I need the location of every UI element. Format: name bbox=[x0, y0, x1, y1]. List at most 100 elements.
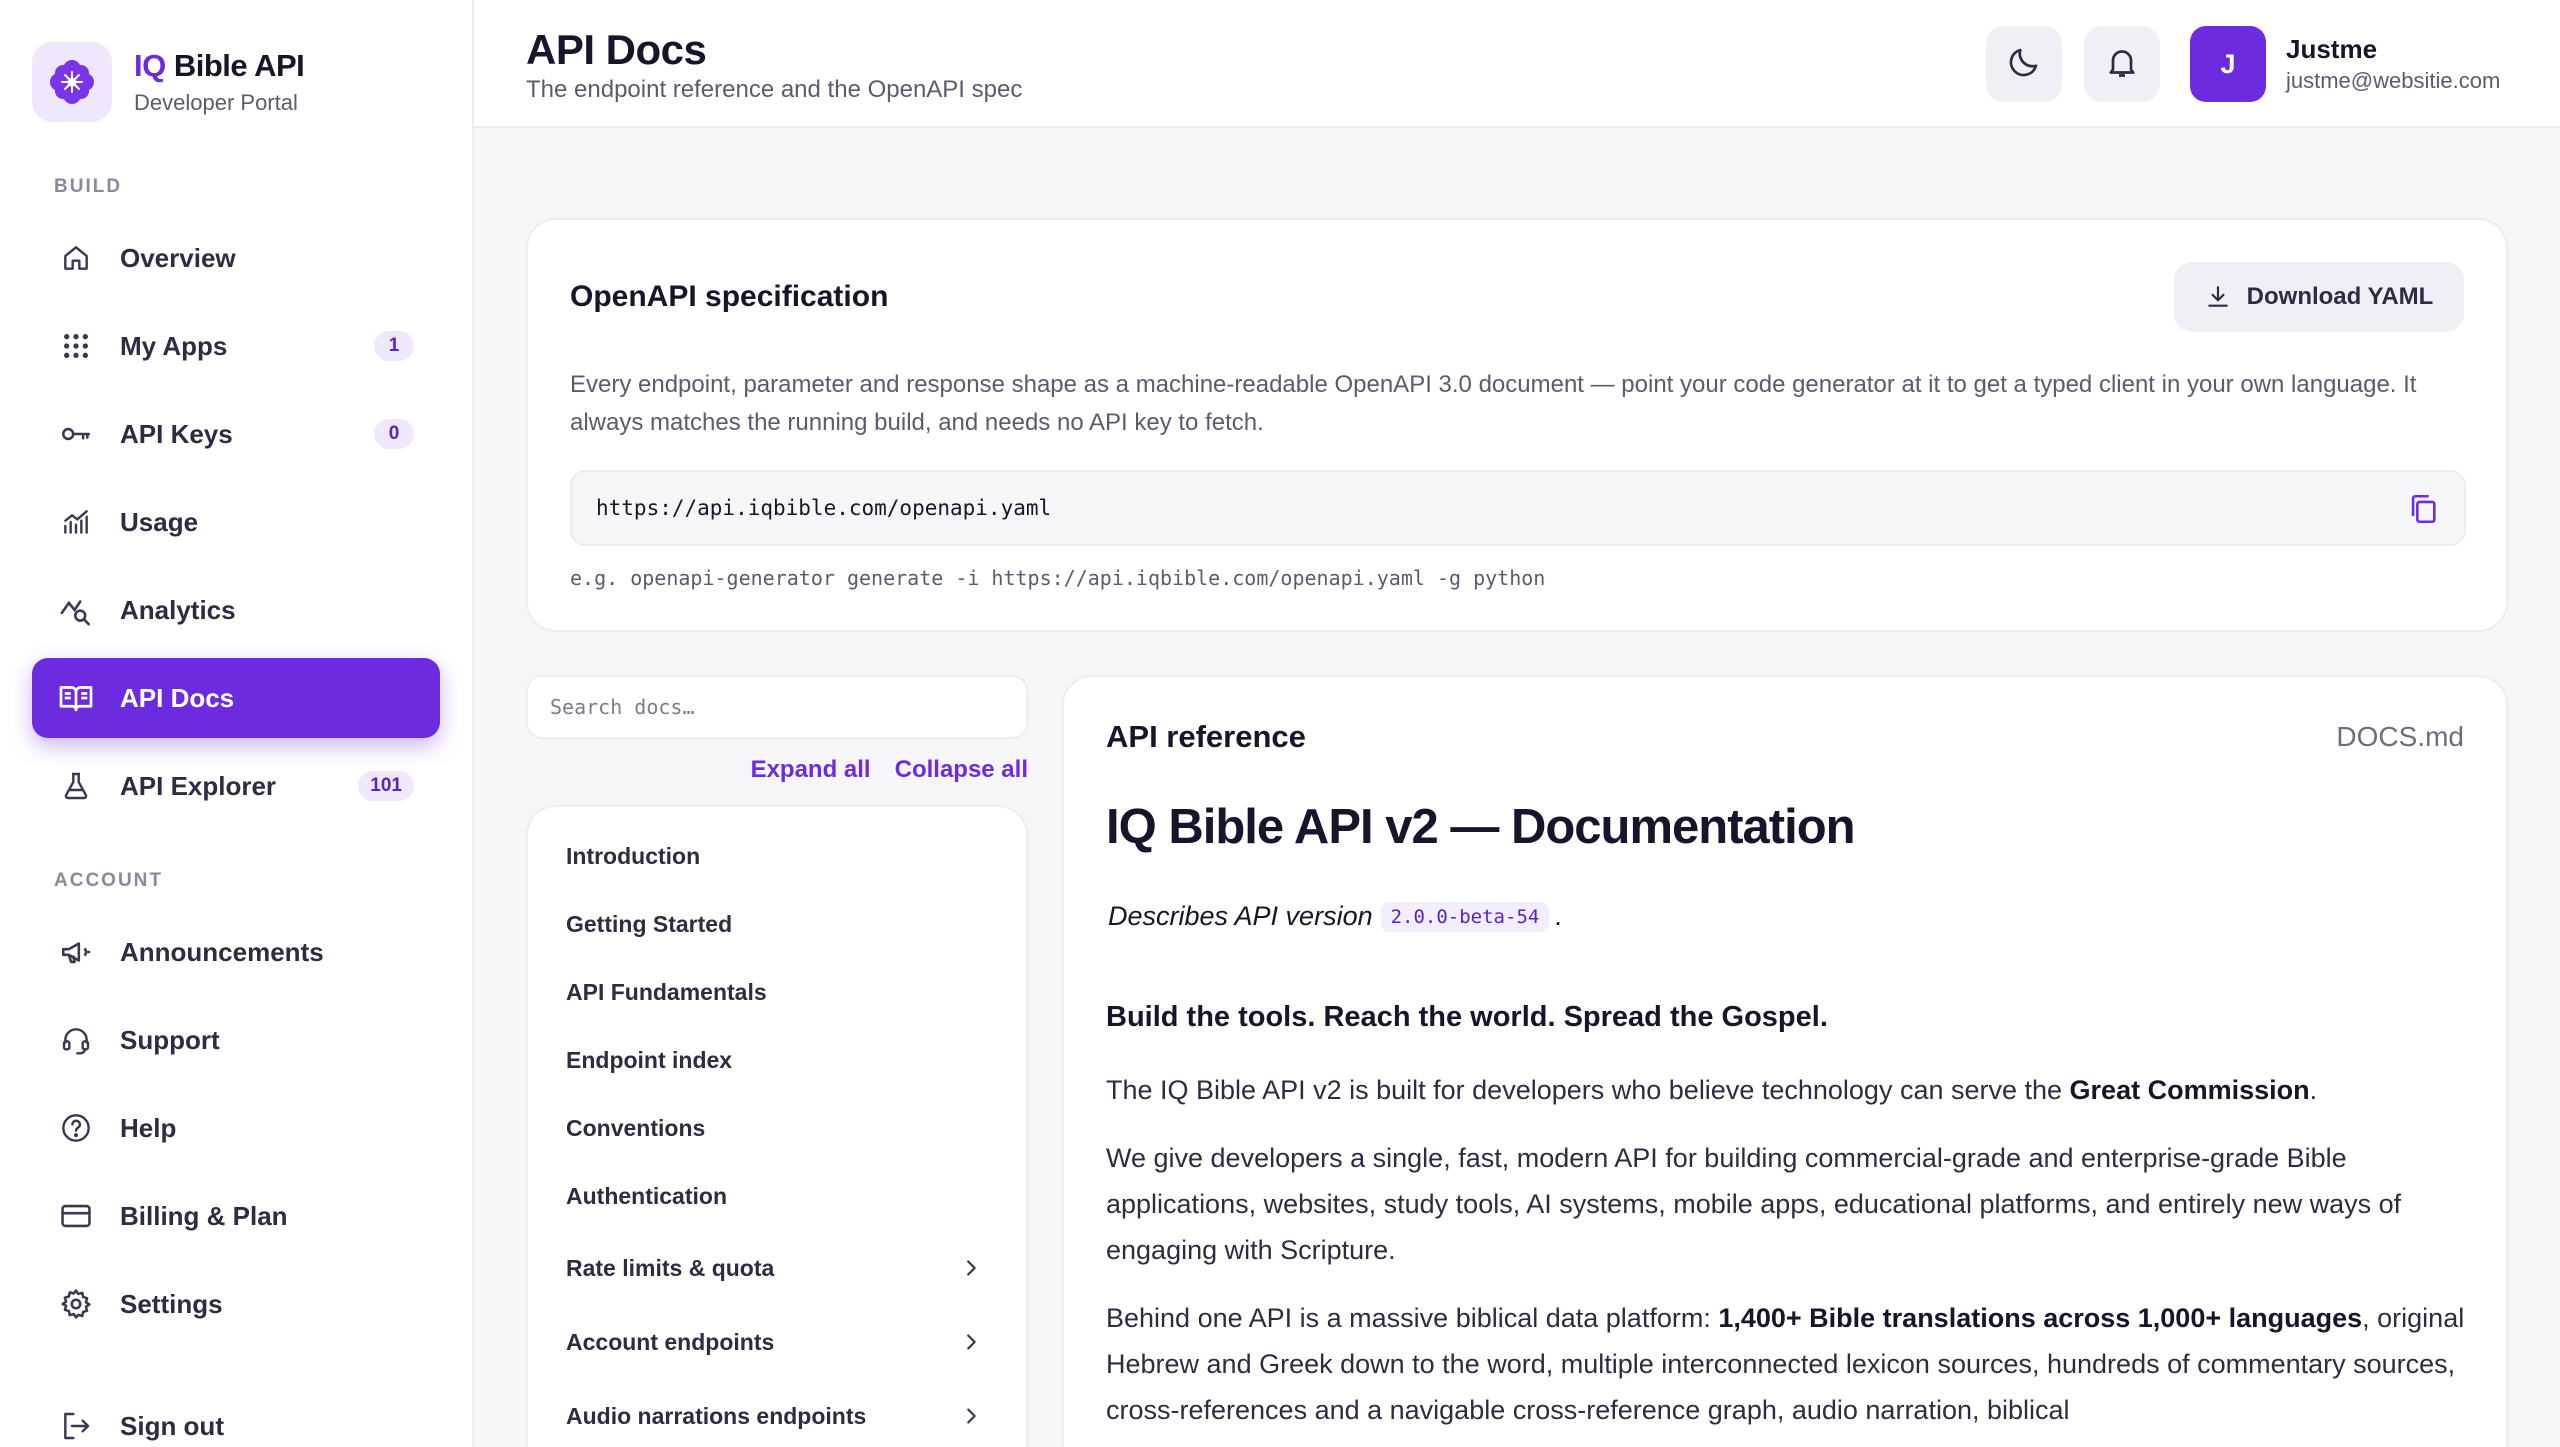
brand-name: IQ Bible API bbox=[134, 48, 305, 84]
analytics-icon bbox=[58, 592, 94, 628]
moon-icon bbox=[2006, 44, 2042, 85]
doc-paragraph: We give developers a single, fast, moder… bbox=[1106, 1143, 2402, 1265]
theme-toggle-button[interactable] bbox=[1986, 26, 2062, 102]
page-title: API Docs bbox=[526, 26, 707, 73]
sidebar-item-label: Help bbox=[120, 1112, 177, 1143]
chevron-right-icon bbox=[960, 1257, 982, 1285]
flower-logo-icon bbox=[32, 42, 112, 122]
toc-item[interactable]: Introduction bbox=[566, 843, 1006, 870]
section-label-account: ACCOUNT bbox=[54, 870, 163, 891]
grid-icon bbox=[58, 328, 94, 364]
toc-item[interactable]: Getting Started bbox=[566, 911, 1006, 938]
toc-item-label: Audio narrations endpoints bbox=[566, 1403, 867, 1429]
chart-icon bbox=[58, 504, 94, 540]
collapse-all-link[interactable]: Collapse all bbox=[895, 756, 1028, 783]
page-subtitle: The endpoint reference and the OpenAPI s… bbox=[526, 76, 1023, 103]
sidebar-item-overview[interactable]: Overview bbox=[32, 218, 440, 298]
generator-example: e.g. openapi-generator generate -i https… bbox=[570, 566, 1546, 590]
toc-item[interactable]: Authentication bbox=[566, 1183, 1006, 1210]
toc-item-label: Introduction bbox=[566, 843, 701, 869]
key-icon bbox=[58, 416, 94, 452]
doc-version-line: Describes API version 2.0.0-beta-54 . bbox=[1108, 901, 1563, 932]
spec-description: Every endpoint, parameter and response s… bbox=[570, 371, 2417, 436]
download-yaml-button[interactable]: Download YAML bbox=[2174, 262, 2464, 332]
download-icon bbox=[2207, 286, 2228, 307]
spec-url[interactable]: https://api.iqbible.com/openapi.yaml bbox=[596, 496, 1051, 520]
toc-item[interactable]: Conventions bbox=[566, 1115, 1006, 1142]
toc-item-label: Conventions bbox=[566, 1115, 706, 1141]
sidebar-item-label: Sign out bbox=[120, 1410, 224, 1441]
sidebar-item-label: Analytics bbox=[120, 594, 236, 625]
expand-all-link[interactable]: Expand all bbox=[751, 756, 871, 783]
sidebar-item-usage[interactable]: Usage bbox=[32, 482, 440, 562]
brand[interactable]: IQ Bible API Developer Portal bbox=[32, 42, 305, 122]
brand-subtitle: Developer Portal bbox=[134, 90, 298, 115]
doc-paragraph: The IQ Bible API v2 is built for develop… bbox=[1106, 1067, 2486, 1113]
sidebar-item-settings[interactable]: Settings bbox=[32, 1264, 440, 1344]
doc-paragraph: Behind one API is a massive biblical dat… bbox=[1106, 1295, 2486, 1433]
version-code: 2.0.0-beta-54 bbox=[1380, 901, 1550, 932]
card-icon bbox=[58, 1198, 94, 1234]
toc-item-expandable[interactable]: Account endpoints bbox=[566, 1329, 1006, 1356]
count-badge: 1 bbox=[374, 331, 414, 361]
download-yaml-label: Download YAML bbox=[2246, 283, 2434, 310]
sidebar: IQ Bible API Developer Portal BUILD Over… bbox=[0, 0, 474, 1447]
doc-tagline: Build the tools. Reach the world. Spread… bbox=[1106, 1001, 1828, 1033]
sidebar-item-label: API Keys bbox=[120, 418, 233, 449]
book-icon bbox=[58, 680, 94, 716]
docs-toc: Introduction Getting Started API Fundame… bbox=[526, 805, 1028, 1447]
paragraph-bold: Great Commission bbox=[2069, 1075, 2310, 1105]
user-email: justme@websitie.com bbox=[2286, 68, 2501, 93]
spec-url-box[interactable]: https://api.iqbible.com/openapi.yaml bbox=[570, 470, 2466, 546]
sidebar-item-api-docs[interactable]: API Docs bbox=[32, 658, 440, 738]
copy-icon[interactable] bbox=[2406, 492, 2440, 526]
home-icon bbox=[58, 240, 94, 276]
notifications-button[interactable] bbox=[2084, 26, 2160, 102]
sidebar-item-label: Announcements bbox=[120, 936, 324, 967]
sidebar-item-label: API Docs bbox=[120, 682, 235, 713]
paragraph-bold: 1,400+ Bible translations across 1,000+ … bbox=[1718, 1303, 2363, 1333]
chevron-right-icon bbox=[960, 1405, 982, 1433]
paragraph-text: The IQ Bible API v2 is built for develop… bbox=[1106, 1075, 2070, 1105]
toc-item[interactable]: Endpoint index bbox=[566, 1047, 1006, 1074]
docs-search-input[interactable] bbox=[526, 675, 1028, 739]
toc-item-label: Account endpoints bbox=[566, 1329, 775, 1355]
brand-name-accent: IQ bbox=[134, 48, 166, 83]
sidebar-item-label: Settings bbox=[120, 1288, 223, 1319]
sidebar-item-support[interactable]: Support bbox=[32, 1000, 440, 1080]
toc-item[interactable]: API Fundamentals bbox=[566, 979, 1006, 1006]
toc-item-expandable[interactable]: Rate limits & quota bbox=[566, 1255, 1006, 1282]
expand-collapse-controls: Expand all Collapse all bbox=[526, 756, 1028, 784]
sidebar-item-billing[interactable]: Billing & Plan bbox=[32, 1176, 440, 1256]
toc-item-label: API Fundamentals bbox=[566, 979, 767, 1005]
gear-icon bbox=[58, 1286, 94, 1322]
sidebar-item-announcements[interactable]: Announcements bbox=[32, 912, 440, 992]
version-suffix: . bbox=[1555, 901, 1563, 931]
paragraph-text: Behind one API is a massive biblical dat… bbox=[1106, 1303, 1719, 1333]
reference-filename: DOCS.md bbox=[2336, 721, 2464, 752]
sidebar-item-help[interactable]: Help bbox=[32, 1088, 440, 1168]
sidebar-item-label: Overview bbox=[120, 242, 236, 273]
sidebar-item-api-explorer[interactable]: API Explorer 101 bbox=[32, 746, 440, 826]
count-badge: 0 bbox=[374, 419, 414, 449]
spec-title: OpenAPI specification bbox=[570, 280, 889, 313]
sidebar-item-my-apps[interactable]: My Apps 1 bbox=[32, 306, 440, 386]
sidebar-item-label: Usage bbox=[120, 506, 199, 537]
help-icon bbox=[58, 1110, 94, 1146]
toc-item-expandable[interactable]: Audio narrations endpoints bbox=[566, 1403, 1006, 1430]
paragraph-text: . bbox=[2309, 1075, 2318, 1105]
toc-item-label: Getting Started bbox=[566, 911, 733, 937]
version-prefix: Describes API version bbox=[1108, 901, 1373, 931]
sidebar-item-label: API Explorer bbox=[120, 770, 277, 801]
megaphone-icon bbox=[58, 934, 94, 970]
sidebar-item-analytics[interactable]: Analytics bbox=[32, 570, 440, 650]
sidebar-item-api-keys[interactable]: API Keys 0 bbox=[32, 394, 440, 474]
openapi-spec-card: OpenAPI specification Download YAML Ever… bbox=[526, 218, 2508, 632]
top-header: API Docs The endpoint reference and the … bbox=[474, 0, 2560, 128]
sidebar-item-sign-out[interactable]: Sign out bbox=[32, 1386, 440, 1447]
section-label-build: BUILD bbox=[54, 176, 123, 197]
api-reference-card: API reference DOCS.md IQ Bible API v2 — … bbox=[1062, 675, 2508, 1447]
sidebar-item-label: My Apps bbox=[120, 330, 228, 361]
count-badge: 101 bbox=[358, 771, 414, 801]
avatar[interactable]: J bbox=[2190, 26, 2266, 102]
